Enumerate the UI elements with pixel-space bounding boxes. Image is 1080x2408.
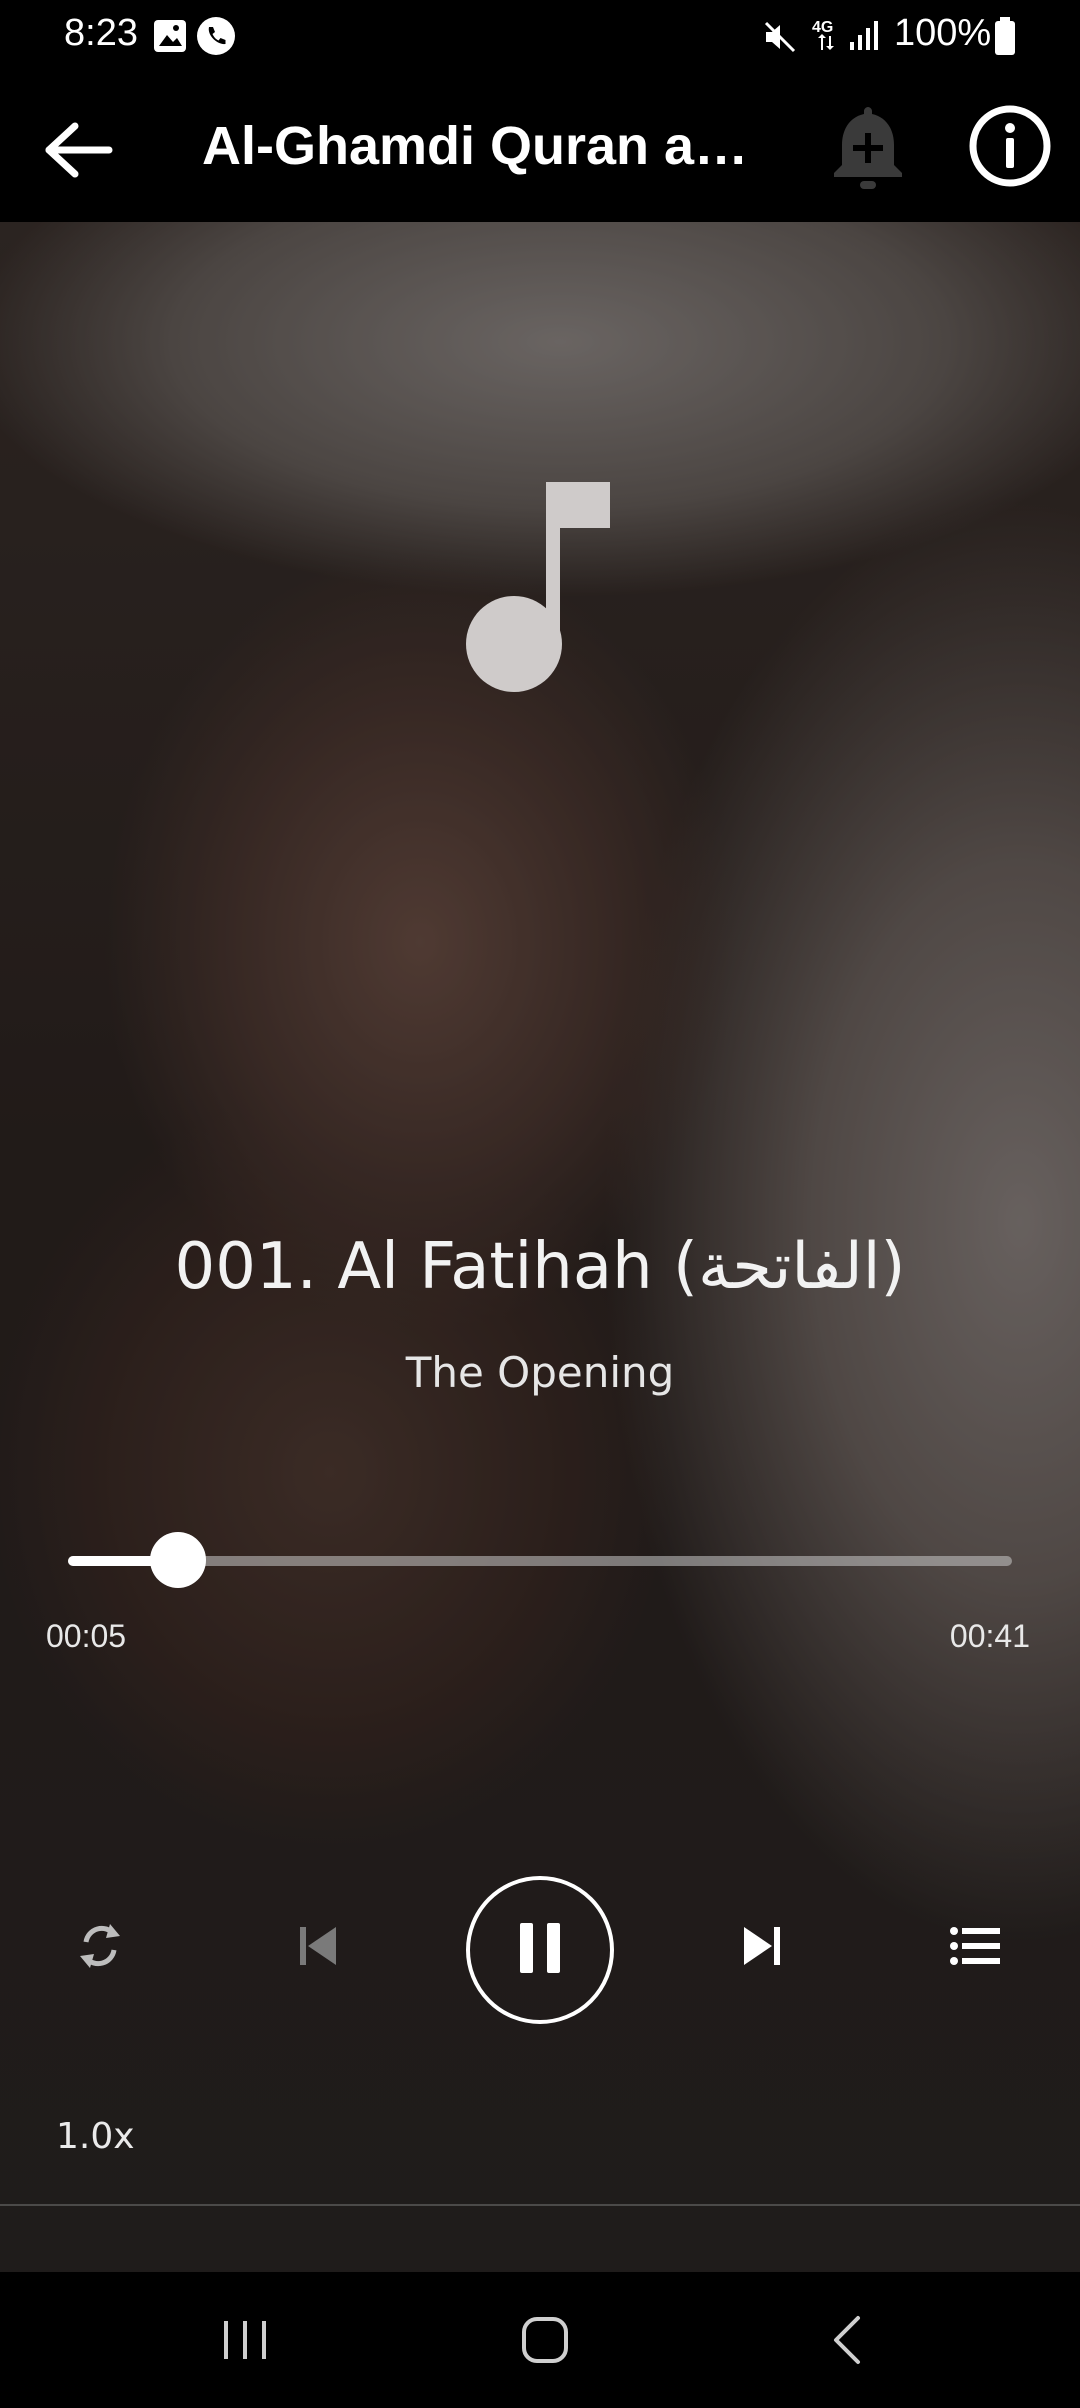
total-time: 00:41 <box>949 1618 1030 1654</box>
app-title: Al-Ghamdi Quran a… <box>202 116 742 176</box>
recent-apps-icon <box>222 2319 268 2366</box>
elapsed-time: 00:05 <box>46 1618 127 1654</box>
back-button[interactable] <box>36 110 120 194</box>
home-button[interactable] <box>500 2302 590 2382</box>
track-title: 001. Al Fatihah (الفاتحة) <box>174 1230 906 1304</box>
back-arrow-icon <box>43 120 113 185</box>
status-time: 8:23 <box>64 12 138 54</box>
bell-plus-icon <box>830 101 906 198</box>
phone-icon <box>196 16 236 61</box>
info-icon <box>968 104 1052 193</box>
mute-icon <box>762 20 798 59</box>
system-nav-bar <box>0 2272 1080 2408</box>
seek-track <box>68 1556 1012 1566</box>
next-icon <box>742 1925 782 1972</box>
nav-back-icon <box>832 2315 862 2370</box>
playback-speed[interactable]: 1.0x <box>56 2116 135 2157</box>
track-subtitle: The Opening <box>405 1348 675 1397</box>
gallery-icon <box>152 18 188 59</box>
next-button[interactable] <box>722 1908 802 1988</box>
signal-icon <box>848 18 880 57</box>
status-bar: 8:23 4G 100% <box>0 0 1080 72</box>
divider <box>0 2204 1080 2206</box>
seek-bar[interactable] <box>68 1532 1012 1588</box>
music-note-icon <box>466 480 614 701</box>
4g-icon: 4G <box>810 16 842 61</box>
reminder-button[interactable] <box>818 94 918 204</box>
svg-text:4G: 4G <box>812 19 833 36</box>
app-bar: Al-Ghamdi Quran a… <box>0 72 1080 222</box>
repeat-button[interactable] <box>60 1908 140 1988</box>
home-icon <box>521 2316 569 2369</box>
previous-button[interactable] <box>278 1908 358 1988</box>
recent-apps-button[interactable] <box>200 2302 290 2382</box>
battery-icon <box>994 16 1016 61</box>
pause-button[interactable] <box>466 1876 614 2024</box>
previous-icon <box>298 1925 338 1972</box>
battery-percent: 100% <box>894 12 992 54</box>
playlist-button[interactable] <box>936 1908 1016 1988</box>
seek-thumb[interactable] <box>149 1532 206 1588</box>
playlist-icon <box>950 1926 1002 1971</box>
info-button[interactable] <box>962 100 1058 196</box>
repeat-icon <box>76 1920 124 1977</box>
pause-icon <box>516 1921 564 1980</box>
nav-back-button[interactable] <box>802 2302 892 2382</box>
